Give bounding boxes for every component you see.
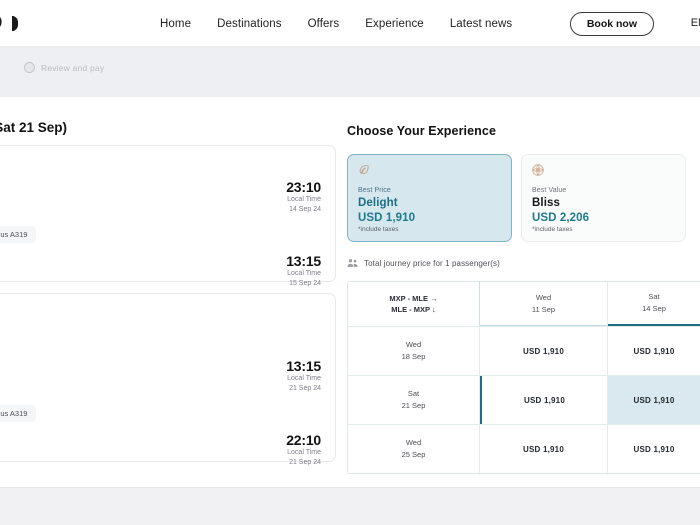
segment-date: 21 Sep 24 — [289, 385, 321, 393]
matrix-row-date: 18 Sep — [401, 352, 426, 361]
brand-logo-mark — [12, 15, 19, 31]
matrix-price: USD 1,910 — [633, 346, 675, 356]
price-matrix-header-row: MXP - MLE → MLE - MXP ↓ Wed 11 Sep Sat 1… — [348, 282, 700, 326]
total-journey-text: Total journey price for 1 passenger(s) — [364, 258, 500, 268]
breadcrumb-step-review-and-pay[interactable]: Review and pay — [24, 62, 104, 73]
price-matrix-row: Wed 18 Sep USD 1,910 USD 1,910 — [348, 326, 700, 375]
nav-item-latest-news[interactable]: Latest news — [450, 18, 512, 30]
matrix-column-day: Sat — [648, 292, 660, 302]
segment-time: 13:15 — [286, 358, 321, 374]
checkout-steps-bar: Review and pay — [0, 47, 700, 97]
matrix-row-header[interactable]: Wed 18 Sep — [348, 327, 480, 375]
nav-item-offers[interactable]: Offers — [308, 18, 340, 30]
segment-time: 13:15 — [286, 253, 321, 269]
segment-time-label: Local Time — [287, 270, 321, 278]
matrix-row-day: Wed — [405, 340, 422, 350]
fare-card-kicker: Best Price — [358, 187, 391, 194]
segment-time-block: 13:15 Local Time 21 Sep 24 — [286, 358, 321, 394]
matrix-price-cell[interactable]: USD 1,910 — [608, 327, 700, 375]
site-header: D Home Destinations Offers Experience La… — [0, 0, 700, 47]
segment-date: 15 Sep 24 — [289, 280, 321, 288]
fare-card-bliss[interactable]: Best Value Bliss USD 2,206 *include taxe… — [521, 154, 686, 242]
flower-icon — [532, 164, 544, 176]
price-tag-icon — [359, 165, 369, 175]
itinerary-segment-card[interactable]: 23:10 Local Time 14 Sep 24 Airbus A319 1… — [0, 145, 336, 287]
matrix-price-cell[interactable]: USD 1,910 — [480, 425, 608, 473]
matrix-price: USD 1,910 — [633, 444, 675, 454]
matrix-column-date: 14 Sep — [642, 304, 666, 313]
itinerary-segment-card[interactable]: 13:15 Local Time 21 Sep 24 Airbus A319 2… — [0, 293, 336, 466]
main-content: - Sat 21 Sep) 23:10 Local Time 14 Sep 24… — [0, 97, 700, 487]
segment-date: 21 Sep 24 — [289, 459, 321, 467]
matrix-column-date: 11 Sep — [531, 304, 556, 314]
price-matrix-row: Wed 25 Sep USD 1,910 USD 1,910 — [348, 424, 700, 473]
matrix-route-outbound: MXP - MLE → — [389, 293, 438, 303]
matrix-price-cell[interactable]: USD 1,910 — [608, 425, 700, 473]
experience-title: Choose Your Experience — [347, 124, 497, 138]
matrix-column-day: Wed — [535, 292, 552, 302]
segment-time-label: Local Time — [287, 375, 321, 383]
fare-card-kicker: Best Value — [532, 187, 567, 194]
matrix-route-inbound: MLE - MXP ↓ — [391, 305, 436, 314]
fare-card-tax-note: *include taxes — [358, 226, 399, 233]
booking-page: D Home Destinations Offers Experience La… — [0, 0, 700, 525]
itinerary-title: - Sat 21 Sep) — [0, 120, 68, 135]
matrix-price-cell-selected[interactable]: USD 1,910 — [608, 376, 700, 424]
segment-date: 14 Sep 24 — [289, 206, 321, 214]
step-circle-icon — [24, 62, 35, 73]
itinerary-panel: - Sat 21 Sep) 23:10 Local Time 14 Sep 24… — [0, 97, 338, 487]
segment-time-label: Local Time — [287, 449, 321, 457]
fare-card-name: Delight — [358, 197, 398, 209]
matrix-price-cell[interactable]: USD 1,910 — [480, 376, 608, 424]
brand-logo[interactable]: D — [0, 12, 19, 35]
matrix-corner-cell: MXP - MLE → MLE - MXP ↓ — [348, 282, 480, 326]
fare-card-price: USD 2,206 — [532, 212, 590, 224]
nav-item-experience[interactable]: Experience — [365, 18, 424, 30]
fare-card-price: USD 1,910 — [358, 212, 416, 224]
nav-item-destinations[interactable]: Destinations — [217, 18, 281, 30]
matrix-price: USD 1,910 — [633, 395, 675, 405]
segment-time-label: Local Time — [287, 196, 321, 204]
matrix-column-header[interactable]: Wed 11 Sep — [480, 282, 608, 326]
brand-logo-letter: D — [0, 12, 2, 35]
aircraft-label: Airbus A319 — [0, 409, 28, 418]
matrix-price: USD 1,910 — [524, 395, 565, 405]
matrix-price-cell[interactable]: USD 1,910 — [480, 327, 608, 375]
segment-time-block: 23:10 Local Time 14 Sep 24 — [286, 179, 321, 215]
segment-time-block: 13:15 Local Time 15 Sep 24 — [286, 253, 321, 289]
fare-card-tax-note: *include taxes — [532, 226, 573, 233]
matrix-row-date: 21 Sep — [401, 401, 426, 410]
matrix-row-header[interactable]: Sat 21 Sep — [348, 376, 480, 424]
book-now-button[interactable]: Book now — [569, 12, 654, 36]
nav-item-home[interactable]: Home — [160, 18, 191, 30]
matrix-row-day: Wed — [405, 438, 422, 448]
language-selector[interactable]: EN — [691, 17, 700, 29]
page-footer — [0, 487, 700, 525]
price-matrix-row-selected: Sat 21 Sep USD 1,910 USD 1,910 — [348, 375, 700, 424]
fare-card-name: Bliss — [532, 197, 560, 209]
aircraft-badge: Airbus A319 — [0, 405, 37, 422]
matrix-column-header-selected[interactable]: Sat 14 Sep — [608, 282, 700, 326]
experience-panel: Choose Your Experience Best Price Deligh… — [347, 97, 700, 487]
matrix-price: USD 1,910 — [523, 346, 564, 356]
segment-time: 23:10 — [286, 179, 321, 195]
matrix-price: USD 1,910 — [523, 444, 564, 454]
segment-time: 22:10 — [286, 432, 321, 448]
segment-time-block: 22:10 Local Time 21 Sep 24 — [286, 432, 321, 468]
primary-nav: Home Destinations Offers Experience Late… — [160, 0, 512, 47]
matrix-row-date: 25 Sep — [401, 450, 426, 459]
price-matrix-table: MXP - MLE → MLE - MXP ↓ Wed 11 Sep Sat 1… — [347, 281, 700, 474]
fare-cards: Best Price Delight USD 1,910 *include ta… — [347, 154, 700, 242]
total-journey-note: Total journey price for 1 passenger(s) — [347, 258, 700, 268]
aircraft-badge: Airbus A319 — [0, 226, 37, 243]
passengers-icon — [347, 259, 358, 267]
matrix-row-header[interactable]: Wed 25 Sep — [348, 425, 480, 473]
breadcrumb-step-label: Review and pay — [41, 62, 105, 73]
matrix-row-day: Sat — [407, 389, 420, 399]
aircraft-label: Airbus A319 — [0, 230, 28, 239]
fare-card-delight[interactable]: Best Price Delight USD 1,910 *include ta… — [347, 154, 512, 242]
